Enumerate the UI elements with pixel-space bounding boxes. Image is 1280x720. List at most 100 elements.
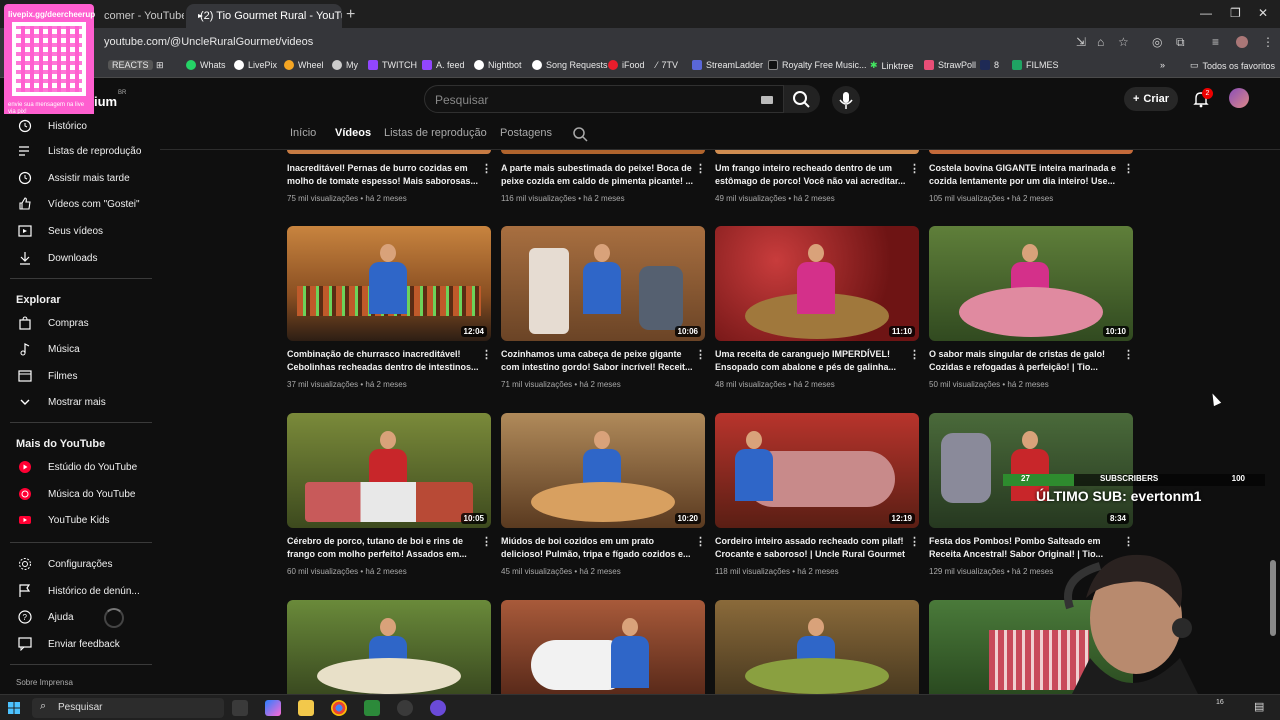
minimize-icon[interactable]: — [1200,6,1212,20]
sidebar-item-music[interactable]: Música [0,337,154,361]
voice-search-button[interactable] [832,86,860,114]
video-title[interactable]: Miúdos de boi cozidos em um prato delici… [501,535,697,561]
sidebar-item-feedback[interactable]: Enviar feedback [0,632,154,656]
more-options-icon[interactable]: ⋮ [481,348,492,361]
menu-icon[interactable]: ⋮ [1262,35,1274,49]
video-thumbnail[interactable]: 10:06 [501,226,705,341]
copilot-icon[interactable] [265,700,281,716]
more-options-icon[interactable]: ⋮ [1123,162,1134,175]
more-options-icon[interactable]: ⋮ [909,348,920,361]
youtube-logo[interactable]: ium [94,94,117,109]
bookmark-ifood[interactable]: iFood [608,60,645,70]
sidebar-item-shopping[interactable]: Compras [0,311,154,335]
app-icon[interactable] [430,700,446,716]
new-tab-icon[interactable]: + [346,6,355,24]
reading-list-icon[interactable]: ≡ [1212,35,1219,49]
video-title[interactable]: Cordeiro inteiro assado recheado com pil… [715,535,911,561]
bookmark-royalty-free[interactable]: Royalty Free Music... [768,60,867,70]
notification-center-icon[interactable]: ▤ [1254,700,1264,713]
apps-icon[interactable]: ⊞ [156,60,164,71]
bookmark-twitch[interactable]: TWITCH [368,60,417,70]
video-thumbnail[interactable]: 12:19 [715,413,919,528]
windows-start-icon[interactable] [8,702,20,714]
footer-links[interactable]: Sobre Imprensa [16,678,73,687]
search-icon[interactable] [572,126,588,142]
video-thumbnail[interactable] [501,600,705,694]
file-explorer-icon[interactable] [298,700,314,716]
chevron-right-icon[interactable]: » [1160,60,1165,70]
bookmark-song-requests[interactable]: Song Requests [532,60,608,70]
avatar[interactable] [1229,88,1249,108]
video-title[interactable]: Cérebro de porco, tutano de boi e rins d… [287,535,483,561]
sidebar-item-show-more[interactable]: Mostrar mais [0,390,154,414]
bookmark-filmes[interactable]: FILMES [1012,60,1059,70]
sidebar-item-watch-later[interactable]: Assistir mais tarde [0,166,154,190]
sidebar-item-liked[interactable]: Vídeos com "Gostei" [0,192,154,216]
tab-posts[interactable]: Postagens [500,127,552,139]
bookmark-7tv[interactable]: ⁄ 7TV [656,60,678,70]
bookmark-streamladder[interactable]: StreamLadder [692,60,763,70]
tab-playlists[interactable]: Listas de reprodução [384,127,487,139]
video-thumbnail[interactable]: 8:34 [929,413,1133,528]
sidebar-item-studio[interactable]: Estúdio do YouTube [0,455,154,479]
create-button[interactable]: + Criar [1124,87,1178,111]
tab-active-channel[interactable]: (2) Tio Gourmet Rural - YouTub ✕ [186,4,342,28]
more-options-icon[interactable]: ⋮ [481,535,492,548]
more-options-icon[interactable]: ⋮ [909,162,920,175]
video-title[interactable]: A parte mais subestimada do peixe! Boca … [501,162,697,188]
bookmark-my[interactable]: My [332,60,358,70]
sidebar-item-report-history[interactable]: Histórico de denún... [0,579,154,603]
tab-home[interactable]: Início [290,127,316,139]
obs-icon[interactable] [397,700,413,716]
profile-icon[interactable] [1236,36,1248,48]
video-title[interactable]: Costela bovina GIGANTE inteira marinada … [929,162,1125,188]
bookmark-nightbot[interactable]: Nightbot [474,60,522,70]
bookmark-linktree[interactable]: ✱ Linktree [870,60,914,71]
video-title[interactable]: Cozinhamos uma cabeça de peixe gigante c… [501,348,697,374]
star-icon[interactable]: ☆ [1118,35,1129,49]
more-options-icon[interactable]: ⋮ [481,162,492,175]
search-box[interactable]: Pesquisar [424,85,784,113]
bookmark-strawpoll[interactable]: StrawPoll [924,60,976,70]
video-title[interactable]: O sabor mais singular de cristas de galo… [929,348,1125,374]
extension-icon[interactable]: ◎ [1152,35,1162,49]
taskbar-search[interactable]: Pesquisar [32,698,224,718]
more-options-icon[interactable]: ⋮ [1123,535,1134,548]
search-input[interactable]: Pesquisar [435,93,488,107]
sidebar-item-settings[interactable]: Configurações [0,552,154,576]
video-thumbnail[interactable] [287,600,491,694]
video-title[interactable]: Combinação de churrasco inacreditável! C… [287,348,483,374]
more-options-icon[interactable]: ⋮ [1123,348,1134,361]
video-thumbnail[interactable]: 10:05 [287,413,491,528]
bookmark-livepix[interactable]: LivePix [234,60,277,70]
task-view-icon[interactable] [232,700,248,716]
sidebar-item-downloads[interactable]: Downloads [0,246,154,270]
all-favorites[interactable]: ▭ Todos os favoritos [1190,60,1275,71]
more-options-icon[interactable]: ⋮ [695,535,706,548]
bookmark-whats[interactable]: Whats [186,60,226,70]
video-title[interactable]: Um frango inteiro recheado dentro de um … [715,162,911,188]
video-thumbnail[interactable]: 10:20 [501,413,705,528]
video-title[interactable]: Uma receita de caranguejo IMPERDÍVEL! En… [715,348,911,374]
video-thumbnail[interactable]: 12:04 [287,226,491,341]
more-options-icon[interactable]: ⋮ [695,162,706,175]
sidebar-item-movies[interactable]: Filmes [0,364,154,388]
tab-youtube-search[interactable]: comer - YouTube ✕ [96,4,184,28]
sidebar-item-help[interactable]: ? Ajuda [0,605,154,629]
translate-icon[interactable]: ⌂ [1097,35,1104,49]
restore-icon[interactable]: ❐ [1230,6,1241,20]
more-options-icon[interactable]: ⋮ [909,535,920,548]
app-icon[interactable] [364,700,380,716]
install-icon[interactable]: ⇲ [1076,35,1086,49]
sidebar-item-yt-kids[interactable]: YouTube Kids [0,508,154,532]
video-thumbnail[interactable] [715,600,919,694]
video-thumbnail[interactable]: 10:10 [929,226,1133,341]
more-options-icon[interactable]: ⋮ [695,348,706,361]
bookmark-afeed[interactable]: A. feed [422,60,465,70]
chrome-icon[interactable] [331,700,347,716]
video-thumbnail[interactable]: 11:10 [715,226,919,341]
puzzle-icon[interactable]: ⧉ [1176,35,1185,50]
url-field[interactable]: youtube.com/@UncleRuralGourmet/videos [104,36,313,48]
bookmark-8[interactable]: 8 [980,60,999,70]
sidebar-item-history[interactable]: Histórico [0,114,154,138]
